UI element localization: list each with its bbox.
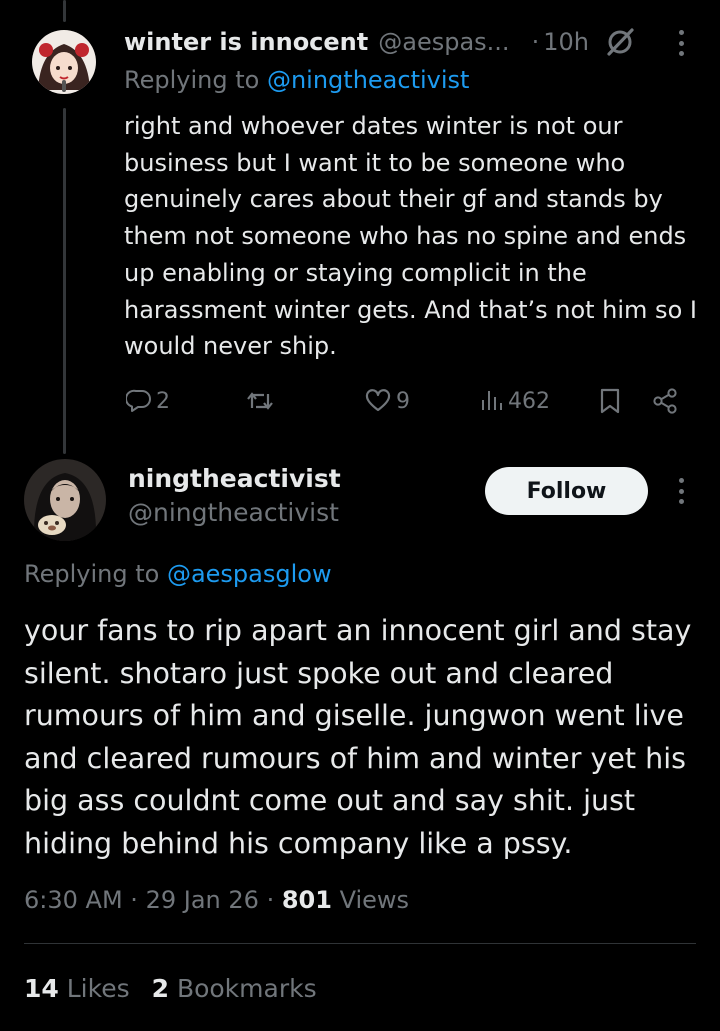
share-nodes-icon (653, 388, 677, 414)
tweet-handle[interactable]: @ningtheactivist (128, 498, 339, 527)
bookmarks-label: Bookmarks (176, 974, 317, 1003)
likes-count: 14 (24, 974, 59, 1003)
tweet-replying-mention[interactable]: @aespasglow (167, 560, 332, 588)
divider (24, 943, 696, 944)
tweet-display-name[interactable]: ningtheactivist (128, 464, 341, 493)
tweet-replying-to: Replying to @aespasglow (24, 560, 332, 588)
likes-label: Likes (66, 974, 130, 1003)
thread-line-top (63, 0, 66, 22)
tweet-text: your fans to rip apart an innocent girl … (24, 614, 692, 860)
view-count: 462 (508, 388, 550, 414)
bookmark-button[interactable] (598, 382, 622, 420)
tweet-replying-prefix: Replying to (24, 560, 160, 588)
tweet-more-dots-icon[interactable] (675, 478, 687, 504)
heart-icon (365, 389, 391, 412)
bookmark-icon (600, 388, 620, 414)
meta-separator: · (130, 886, 138, 914)
reply-display-name[interactable]: winter is innocent (124, 28, 368, 56)
reply-replying-to: Replying to @ningtheactivist (124, 66, 469, 94)
reply-replying-mention[interactable]: @ningtheactivist (267, 66, 469, 94)
like-count: 9 (396, 388, 410, 414)
reply-time-separator: · (531, 28, 540, 56)
repost-arrows-icon (247, 392, 273, 410)
tweet-date[interactable]: 29 Jan 26 (146, 886, 259, 914)
grok-icon[interactable] (603, 25, 637, 59)
views-button[interactable]: 462 (480, 382, 550, 420)
tweet-meta: 6:30 AM · 29 Jan 26 · 801 Views (24, 886, 409, 914)
reply-more-dots-icon[interactable] (675, 30, 687, 56)
tweet-views-count: 801 (281, 886, 332, 914)
bookmarks-count: 2 (151, 974, 169, 1003)
bar-chart-icon (482, 391, 502, 410)
tweet-views-label: Views (339, 886, 410, 914)
tweet-stats: 14 Likes 2 Bookmarks (24, 974, 317, 1003)
reply-timestamp[interactable]: 10h (543, 28, 589, 56)
bookmarks-stat[interactable]: 2 Bookmarks (152, 974, 317, 1003)
reply-header: winter is innocent @aespas... · 10h (124, 24, 684, 60)
reply-author-avatar[interactable] (32, 30, 96, 94)
follow-button[interactable]: Follow (485, 467, 648, 515)
reply-button[interactable]: 2 (126, 382, 170, 420)
reply-handle[interactable]: @aespas... (378, 28, 509, 56)
repost-button[interactable] (245, 382, 279, 420)
speech-bubble-icon (126, 389, 151, 412)
reply-replying-prefix: Replying to (124, 66, 260, 94)
reply-count: 2 (156, 388, 170, 414)
share-button[interactable] (652, 382, 680, 420)
tweet-time[interactable]: 6:30 AM (24, 886, 123, 914)
like-button[interactable]: 9 (364, 382, 410, 420)
tweet-author-avatar[interactable] (24, 459, 106, 541)
likes-stat[interactable]: 14 Likes (24, 974, 138, 1003)
reply-action-bar: 2 9 462 (0, 382, 720, 420)
meta-separator: · (266, 886, 275, 914)
reply-text: right and whoever dates winter is not ou… (124, 112, 697, 361)
